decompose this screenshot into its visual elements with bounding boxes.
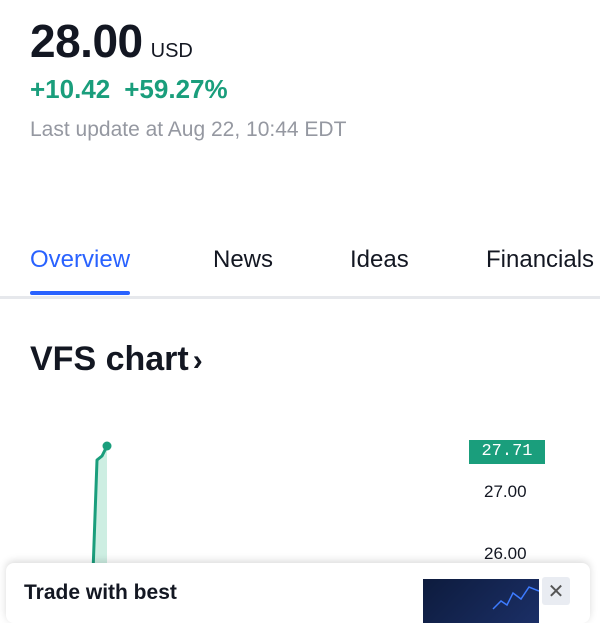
y-axis-tick: 26.00	[484, 544, 527, 563]
last-price-tag: 27.71	[469, 440, 545, 464]
change-percent: +59.27%	[124, 74, 228, 104]
tab-ideas[interactable]: Ideas	[350, 246, 409, 288]
quote-header: 28.00 USD	[30, 14, 193, 68]
current-price: 28.00	[30, 15, 143, 67]
chevron-right-icon: ›	[192, 343, 203, 377]
y-axis-tick: 27.00	[484, 482, 527, 501]
ad-chart-graphic	[492, 586, 539, 610]
chart-title: VFS chart	[30, 340, 189, 378]
last-update-text: Last update at Aug 22, 10:44 EDT	[30, 118, 347, 141]
tab-bar: Overview News Ideas Financials	[0, 246, 600, 299]
close-icon[interactable]: ✕	[542, 577, 570, 605]
price-change: +10.42 +59.27%	[30, 74, 228, 105]
chart-last-point	[102, 441, 112, 451]
change-absolute: +10.42	[30, 74, 111, 104]
currency-label: USD	[150, 40, 193, 62]
ad-image	[423, 579, 539, 623]
ad-banner[interactable]: Trade with best ✕	[6, 563, 590, 623]
chart-title-link[interactable]: VFS chart ›	[30, 340, 203, 379]
ad-text: Trade with best	[24, 581, 177, 604]
tab-financials[interactable]: Financials	[486, 246, 594, 288]
tab-news[interactable]: News	[213, 246, 273, 288]
tab-overview[interactable]: Overview	[30, 246, 131, 295]
